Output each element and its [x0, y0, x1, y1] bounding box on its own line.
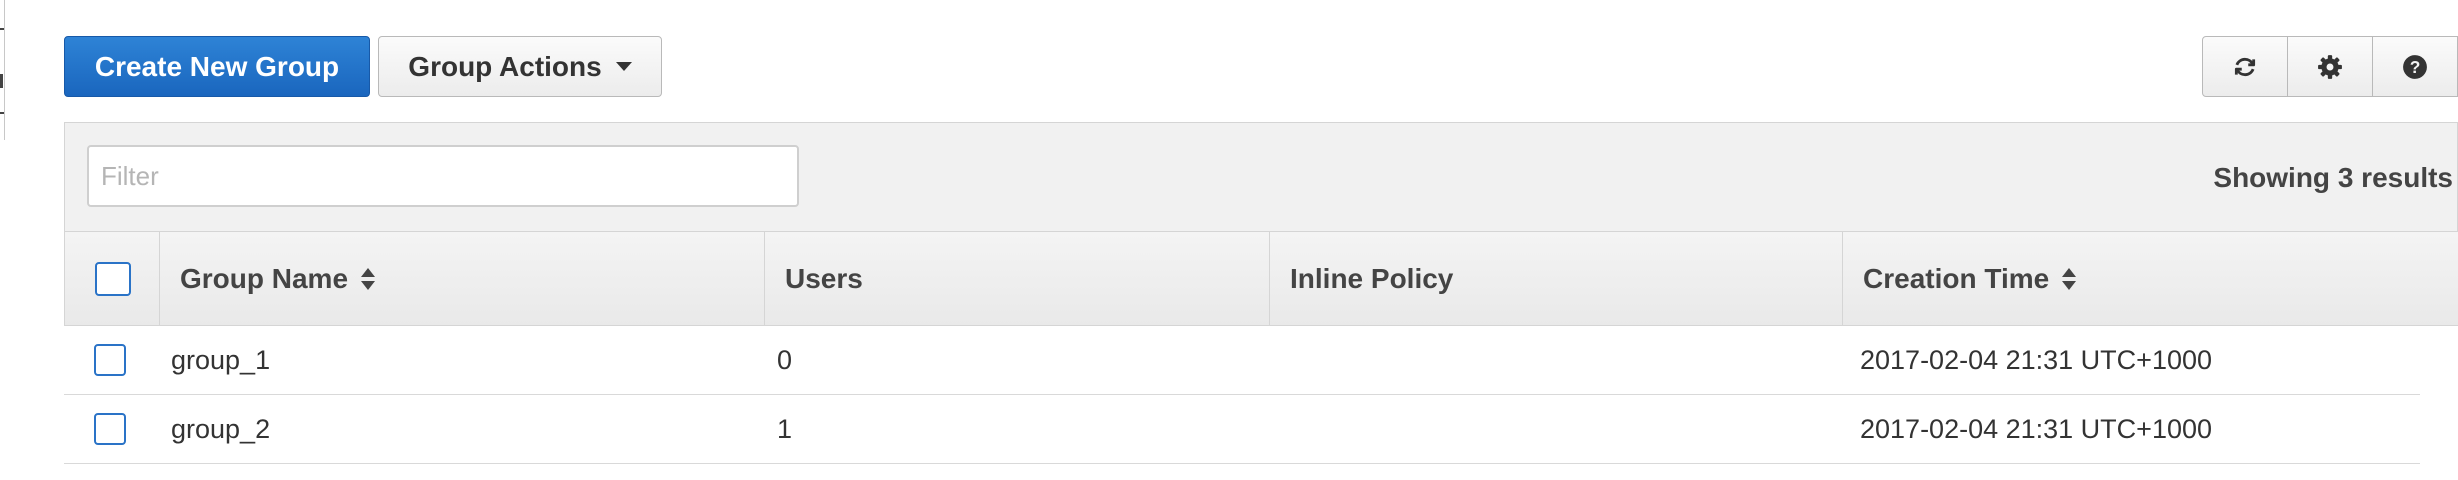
table-header: Group Name Users Inline Policy Creation …: [64, 232, 2458, 326]
sidebar-collapse-handle[interactable]: [0, 74, 3, 88]
inline-policy-cell: [1269, 326, 1842, 394]
table-tools: ?: [2202, 36, 2458, 97]
select-all-checkbox[interactable]: [95, 261, 131, 296]
settings-button[interactable]: [2287, 36, 2373, 97]
refresh-button[interactable]: [2202, 36, 2288, 97]
column-header-inline-policy: Inline Policy: [1270, 232, 1843, 325]
sidebar-edge-mark: [0, 28, 4, 30]
column-header-users: Users: [765, 232, 1270, 325]
column-label: Users: [785, 262, 863, 294]
creation-time-cell: 2017-02-04 21:31 UTC+1000: [1860, 344, 2213, 375]
gear-icon: [2318, 54, 2342, 79]
help-icon: ?: [2403, 54, 2427, 79]
users-cell: 1: [777, 413, 793, 444]
caret-down-icon: [615, 62, 632, 71]
refresh-icon: [2234, 57, 2256, 76]
row-select-cell: [64, 395, 159, 463]
table-row[interactable]: group_2 1 2017-02-04 21:31 UTC+1000: [64, 395, 2420, 464]
group-actions-dropdown[interactable]: Group Actions: [378, 36, 662, 97]
column-header-creation-time[interactable]: Creation Time: [1843, 232, 2458, 325]
creation-time-cell: 2017-02-04 21:31 UTC+1000: [1860, 413, 2213, 444]
row-select-cell: [64, 326, 159, 394]
create-new-group-button[interactable]: Create New Group: [64, 36, 370, 97]
column-label: Inline Policy: [1290, 262, 1454, 294]
row-checkbox[interactable]: [94, 413, 126, 445]
group-actions-label: Group Actions: [408, 50, 602, 82]
sidebar-edge-mark: [0, 112, 4, 114]
users-cell: 0: [777, 344, 793, 375]
create-new-group-label: Create New Group: [94, 50, 340, 82]
groups-table: Group Name Users Inline Policy Creation …: [64, 232, 2458, 464]
column-header-group-name[interactable]: Group Name: [160, 232, 765, 325]
row-checkbox[interactable]: [94, 344, 126, 376]
table-row[interactable]: group_1 0 2017-02-04 21:31 UTC+1000: [64, 326, 2420, 395]
filter-bar: Showing 3 results: [64, 122, 2458, 232]
column-label: Creation Time: [1863, 262, 2050, 294]
filter-input[interactable]: [87, 145, 799, 207]
help-button[interactable]: ?: [2372, 36, 2458, 97]
results-count: Showing 3 results: [2213, 162, 2453, 193]
svg-text:?: ?: [2410, 56, 2421, 76]
sort-icon: [360, 267, 376, 291]
left-sidebar-edge: [0, 0, 5, 140]
sort-icon: [2061, 267, 2077, 291]
group-name-cell[interactable]: group_2: [159, 395, 764, 463]
inline-policy-cell: [1269, 395, 1842, 463]
group-name-cell[interactable]: group_1: [159, 326, 764, 394]
select-all-cell: [65, 232, 160, 325]
column-label: Group Name: [180, 262, 349, 294]
